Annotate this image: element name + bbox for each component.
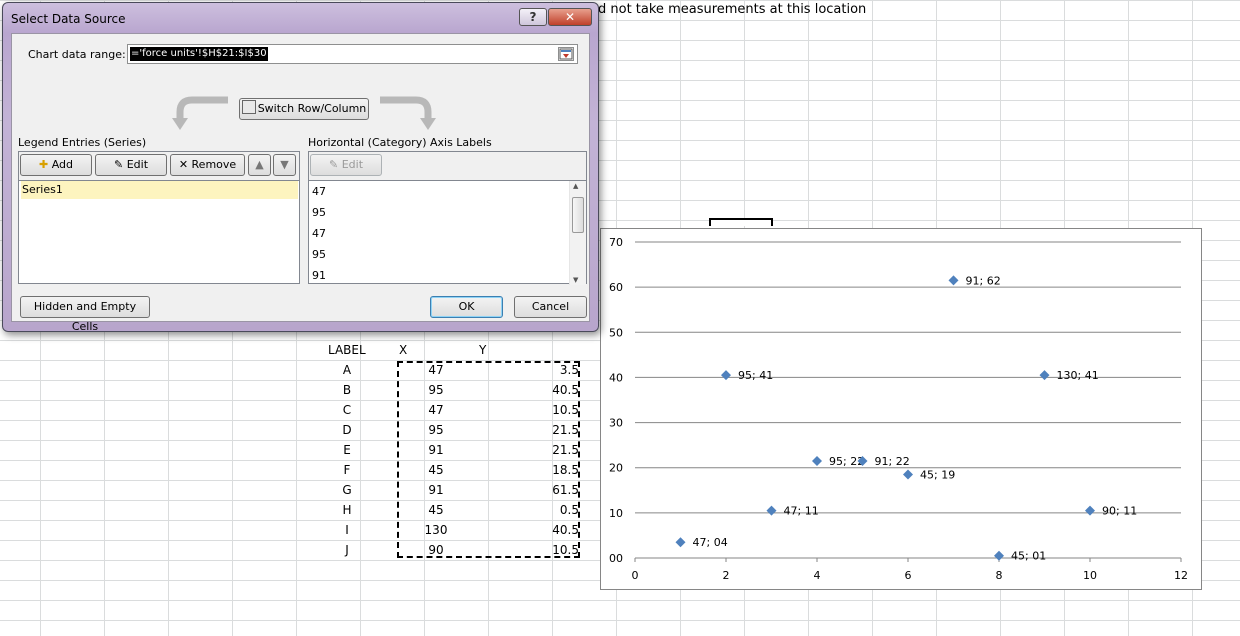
y-tick-label: 00 [609,552,623,565]
dialog-title: Select Data Source [11,12,126,26]
remove-icon: ✕ [178,158,189,171]
axis-list-scrollbar[interactable]: ▲ ▼ [569,181,586,285]
y-tick-label: 40 [609,371,623,384]
data-point-marker [994,550,1004,561]
chart-range-input[interactable]: ='force units'!$H$21:$I$30 [127,44,578,64]
data-point-marker [1039,370,1050,381]
x-tick-label: 4 [814,569,821,582]
remove-label: Remove [191,158,237,171]
ok-button[interactable]: OK [430,296,503,318]
y-tick-label: 50 [609,326,623,339]
legend-entries-header: Legend Entries (Series) [18,136,147,149]
table-cell-label[interactable]: C [340,400,354,420]
scroll-thumb[interactable] [572,197,584,233]
chart-resize-handle[interactable] [709,218,773,226]
x-tick-label: 0 [632,569,639,582]
move-up-button[interactable]: ▲ [248,154,271,176]
edit-series-button[interactable]: ✎ Edit [95,154,167,176]
hidden-empty-cells-button[interactable]: Hidden and Empty Cells [20,296,150,333]
header-x[interactable]: X [399,341,407,359]
y-tick-label: 20 [609,462,623,475]
switch-row-column-button[interactable]: Switch Row/Column [239,98,369,120]
collapse-dialog-icon[interactable] [558,47,574,61]
table-cell-label[interactable]: G [340,480,354,500]
cell-note-text[interactable]: d not take measurements at this location [598,2,866,17]
legend-entries-panel: ✚ Add ✎ Edit ✕ Remove ▲ ▼ Series1 [18,151,300,284]
axis-label-item[interactable]: 47 [311,225,326,243]
data-point-label: 47; 04 [693,536,728,549]
data-point-label: 45; 01 [1011,550,1046,563]
close-button[interactable]: ✕ [548,8,592,26]
axis-toolbar: ✎ Edit [309,152,586,181]
x-tick-label: 8 [996,569,1003,582]
table-cell-label[interactable]: I [340,520,354,540]
select-data-source-dialog: Select Data Source ? ✕ Chart data range:… [2,2,599,333]
table-cell-label[interactable]: B [340,380,354,400]
copy-marquee-selection [397,361,580,558]
scroll-up-icon[interactable]: ▲ [573,182,578,190]
axis-label-item[interactable]: 47 [311,183,326,201]
chart-range-label: Chart data range: [28,48,126,61]
y-tick-label: 10 [609,507,623,520]
edit-label: Edit [126,158,149,171]
table-cell-label[interactable]: J [340,540,354,560]
header-label[interactable]: LABEL [328,341,366,359]
data-point-label: 45; 19 [920,468,955,481]
add-series-button[interactable]: ✚ Add [20,154,92,176]
data-point-marker [766,505,777,516]
axis-label-item[interactable]: 95 [311,204,326,222]
header-y[interactable]: Y [479,341,486,359]
table-cell-label[interactable]: H [340,500,354,520]
dialog-body: Chart data range: ='force units'!$H$21:$… [11,33,590,333]
axis-labels-header: Horizontal (Category) Axis Labels [308,136,492,149]
series-list-item[interactable]: Series1 [21,181,298,199]
remove-series-button[interactable]: ✕ Remove [170,154,245,176]
data-point-marker [948,275,959,286]
switch-row-column-label: Switch Row/Column [257,102,367,115]
x-tick-label: 12 [1174,569,1188,582]
scatter-chart-plot[interactable]: 00 10 20 30 40 50 60 70 0 2 4 6 8 10 12 47; 04 95; 41 47;… [600,228,1202,590]
data-point-label: 130; 41 [1057,369,1099,382]
add-label: Add [51,158,73,171]
arrow-up-icon: ▲ [255,158,264,171]
table-cell-label[interactable]: A [340,360,354,380]
edit-axis-labels-button[interactable]: ✎ Edit [310,154,382,176]
data-point-marker [721,370,731,381]
edit-icon: ✎ [113,158,124,171]
x-tick-label: 10 [1083,569,1097,582]
add-icon: ✚ [38,158,49,171]
move-down-button[interactable]: ▼ [273,154,296,176]
axis-label-item[interactable]: 95 [311,246,326,264]
switch-icon [241,100,256,114]
y-tick-label: 60 [609,281,623,294]
arrow-left-icon [172,96,228,130]
table-cell-label[interactable]: D [340,420,354,440]
data-point-marker [812,455,822,466]
arrow-right-icon [380,96,436,130]
axis-label-item[interactable]: 91 [311,267,326,285]
y-tick-label: 30 [609,417,623,430]
y-tick-label: 70 [609,236,623,249]
data-point-label: 91; 62 [966,274,1001,287]
edit-icon: ✎ [328,158,339,171]
legend-toolbar: ✚ Add ✎ Edit ✕ Remove ▲ ▼ [19,152,299,181]
data-point-marker [1085,505,1095,516]
x-tick-label: 2 [723,569,730,582]
table-cell-label[interactable]: F [340,460,354,480]
x-tick-label: 6 [905,569,912,582]
data-point-marker [903,469,913,480]
data-point-label: 95; 41 [738,369,773,382]
data-point-label: 47; 11 [784,505,819,518]
data-point-label: 91; 22 [875,455,910,468]
axis-labels-panel: ✎ Edit 47 95 47 95 91 ▲ ▼ [308,151,587,285]
data-point-label: 90; 11 [1102,505,1137,518]
chart-range-value[interactable]: ='force units'!$H$21:$I$30 [130,47,268,61]
help-button[interactable]: ? [519,8,547,26]
table-cell-label[interactable]: E [340,440,354,460]
scroll-down-icon[interactable]: ▼ [573,276,578,284]
arrow-down-icon: ▼ [280,158,289,171]
axis-edit-label: Edit [341,158,364,171]
data-point-marker [675,537,686,548]
cancel-button[interactable]: Cancel [514,296,587,318]
